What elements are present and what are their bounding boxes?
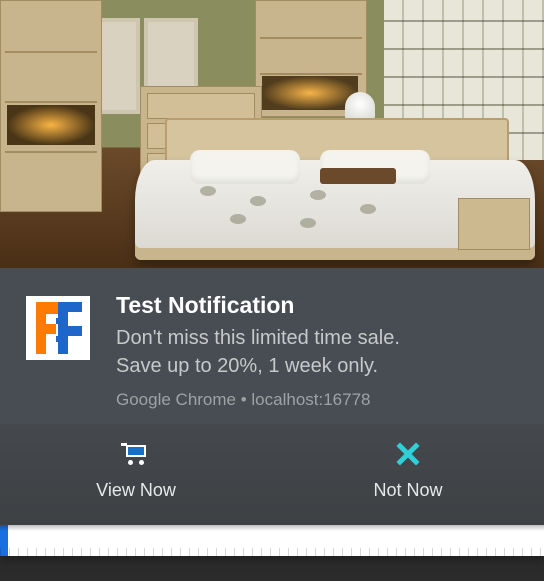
notification-source: Google Chrome • localhost:16778 [116,390,518,410]
message-line: Save up to 20%, 1 week only. [116,355,378,377]
nightstand [458,198,530,250]
message-line: Don't miss this limited time sale. [116,327,400,349]
close-icon [396,442,420,466]
app-icon [26,296,90,360]
notification-message: Don't miss this limited time sale. Save … [116,324,518,380]
action-label: View Now [96,480,176,501]
breakfast-tray [320,168,396,184]
action-label: Not Now [373,480,442,501]
notification-body: Test Notification Don't miss this limite… [0,268,544,424]
background-window-sliver [0,525,544,556]
toast-notification: Test Notification Don't miss this limite… [0,0,544,556]
view-now-button[interactable]: View Now [0,442,272,501]
cart-icon [124,442,148,466]
not-now-button[interactable]: Not Now [272,442,544,501]
notification-actions: View Now Not Now [0,424,544,525]
notification-hero-image [0,0,544,268]
notification-title: Test Notification [116,292,518,320]
left-cabinet [0,0,102,212]
pillow [190,150,300,184]
